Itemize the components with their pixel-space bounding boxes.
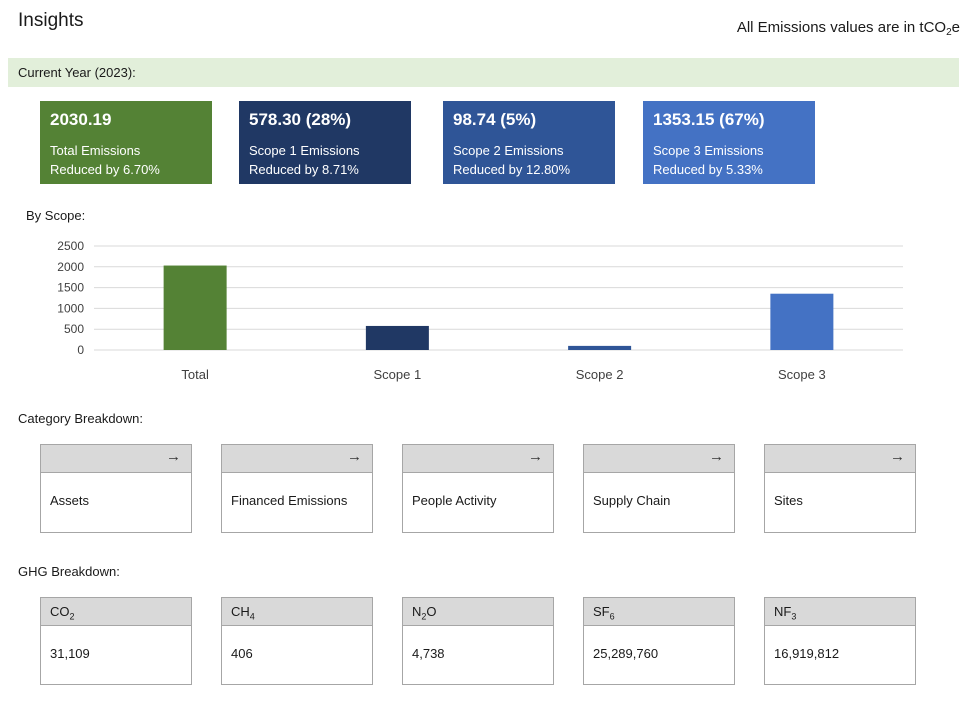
- kpi-reduction: Reduced by 12.80%: [453, 162, 571, 177]
- kpi-reduction: Reduced by 5.33%: [653, 162, 763, 177]
- y-tick-label: 2000: [57, 260, 84, 274]
- ghg-value: 4,738: [412, 646, 445, 661]
- bar-total: [163, 265, 227, 350]
- units-suffix: e: [951, 19, 960, 36]
- ghg-gas-name: CH4: [231, 604, 255, 622]
- ghg-value: 25,289,760: [593, 646, 659, 661]
- category-card-header: →: [403, 445, 553, 473]
- kpi-value: 2030.19: [50, 110, 112, 129]
- kpi-reduction: Reduced by 8.71%: [249, 162, 359, 177]
- ghg-value: 16,919,812: [774, 646, 840, 661]
- arrow-right-icon[interactable]: →: [166, 448, 181, 465]
- kpi-reduction: Reduced by 6.70%: [50, 162, 160, 177]
- bar-scope-2: [568, 345, 632, 350]
- gas-symbol: CH: [231, 604, 250, 619]
- kpi-value: 578.30 (28%): [249, 110, 352, 129]
- arrow-right-icon[interactable]: →: [890, 448, 905, 465]
- ghg-card-nf3: NF3 16,919,812: [764, 597, 916, 685]
- current-year-label: Current Year (2023):: [18, 65, 136, 80]
- ghg-value: 31,109: [50, 646, 90, 661]
- x-tick-label: Scope 1: [374, 367, 422, 382]
- category-card-header: →: [222, 445, 372, 473]
- gas-symbol: N: [412, 604, 422, 619]
- ghg-card-sf6: SF6 25,289,760: [583, 597, 735, 685]
- category-card-assets[interactable]: → Assets: [40, 444, 192, 533]
- category-card-supply-chain[interactable]: → Supply Chain: [583, 444, 735, 533]
- current-year-band: Current Year (2023):: [8, 58, 959, 87]
- ghg-card-header: CH4: [222, 598, 372, 626]
- category-breakdown-label: Category Breakdown:: [18, 411, 144, 426]
- category-card-header: →: [765, 445, 915, 473]
- kpi-card-scope1: 578.30 (28%) Scope 1 Emissions Reduced b…: [239, 101, 411, 184]
- arrow-right-icon[interactable]: →: [347, 448, 362, 465]
- gas-symbol: SF: [593, 604, 610, 619]
- ghg-card-header: SF6: [584, 598, 734, 626]
- category-name: Financed Emissions: [231, 493, 348, 508]
- y-tick-label: 500: [64, 322, 84, 336]
- ghg-value: 406: [231, 646, 253, 661]
- category-card-sites[interactable]: → Sites: [764, 444, 916, 533]
- ghg-card-ch4: CH4 406: [221, 597, 373, 685]
- page-title: Insights: [18, 10, 84, 31]
- y-tick-label: 1000: [57, 301, 84, 315]
- category-name: People Activity: [412, 493, 497, 508]
- gas-subscript: 4: [249, 611, 255, 622]
- ghg-breakdown-label: GHG Breakdown:: [18, 564, 120, 579]
- gas-symbol: NF: [774, 604, 792, 619]
- kpi-label: Scope 1 Emissions: [249, 143, 360, 158]
- kpi-card-scope3: 1353.15 (67%) Scope 3 Emissions Reduced …: [643, 101, 815, 184]
- x-tick-label: Scope 2: [576, 367, 624, 382]
- kpi-label: Scope 3 Emissions: [653, 143, 764, 158]
- kpi-value: 1353.15 (67%): [653, 110, 765, 129]
- kpi-value: 98.74 (5%): [453, 110, 537, 129]
- ghg-gas-name: NF3: [774, 604, 796, 622]
- units-note: All Emissions values are in tCO2e: [737, 19, 960, 38]
- kpi-label: Scope 2 Emissions: [453, 143, 564, 158]
- x-tick-label: Scope 3: [778, 367, 826, 382]
- y-tick-label: 2500: [57, 239, 84, 253]
- y-tick-label: 1500: [57, 281, 84, 295]
- gas-suffix: O: [426, 604, 437, 619]
- x-tick-label: Total: [181, 367, 209, 382]
- category-card-header: →: [584, 445, 734, 473]
- bar-scope-1: [365, 325, 429, 350]
- arrow-right-icon[interactable]: →: [528, 448, 543, 465]
- scope-bar-chart: 0 500 1000 1500 2000 2500 Total Scope 1 Scope 2 S…: [57, 239, 903, 382]
- category-name: Assets: [50, 493, 90, 508]
- bar-scope-3: [770, 293, 834, 350]
- ghg-card-n2o: N2O 4,738: [402, 597, 554, 685]
- by-scope-label: By Scope:: [26, 208, 86, 223]
- kpi-label: Total Emissions: [50, 143, 141, 158]
- y-tick-label: 0: [77, 343, 84, 357]
- ghg-card-header: NF3: [765, 598, 915, 626]
- ghg-card-header: N2O: [403, 598, 553, 626]
- gas-subscript: 3: [791, 611, 797, 622]
- category-card-header: →: [41, 445, 191, 473]
- kpi-card-scope2: 98.74 (5%) Scope 2 Emissions Reduced by …: [443, 101, 615, 184]
- arrow-right-icon[interactable]: →: [709, 448, 724, 465]
- gas-symbol: CO: [50, 604, 70, 619]
- kpi-card-total: 2030.19 Total Emissions Reduced by 6.70%: [40, 101, 212, 184]
- gas-subscript: 2: [69, 611, 75, 622]
- ghg-gas-name: N2O: [412, 604, 437, 622]
- category-name: Sites: [774, 493, 803, 508]
- gas-subscript: 6: [609, 611, 615, 622]
- ghg-card-co2: CO2 31,109: [40, 597, 192, 685]
- category-card-financed-emissions[interactable]: → Financed Emissions: [221, 444, 373, 533]
- category-card-people-activity[interactable]: → People Activity: [402, 444, 554, 533]
- category-name: Supply Chain: [593, 493, 671, 508]
- ghg-gas-name: SF6: [593, 604, 615, 622]
- ghg-gas-name: CO2: [50, 604, 75, 622]
- ghg-card-header: CO2: [41, 598, 191, 626]
- units-prefix: All Emissions values are in tCO: [736, 19, 947, 36]
